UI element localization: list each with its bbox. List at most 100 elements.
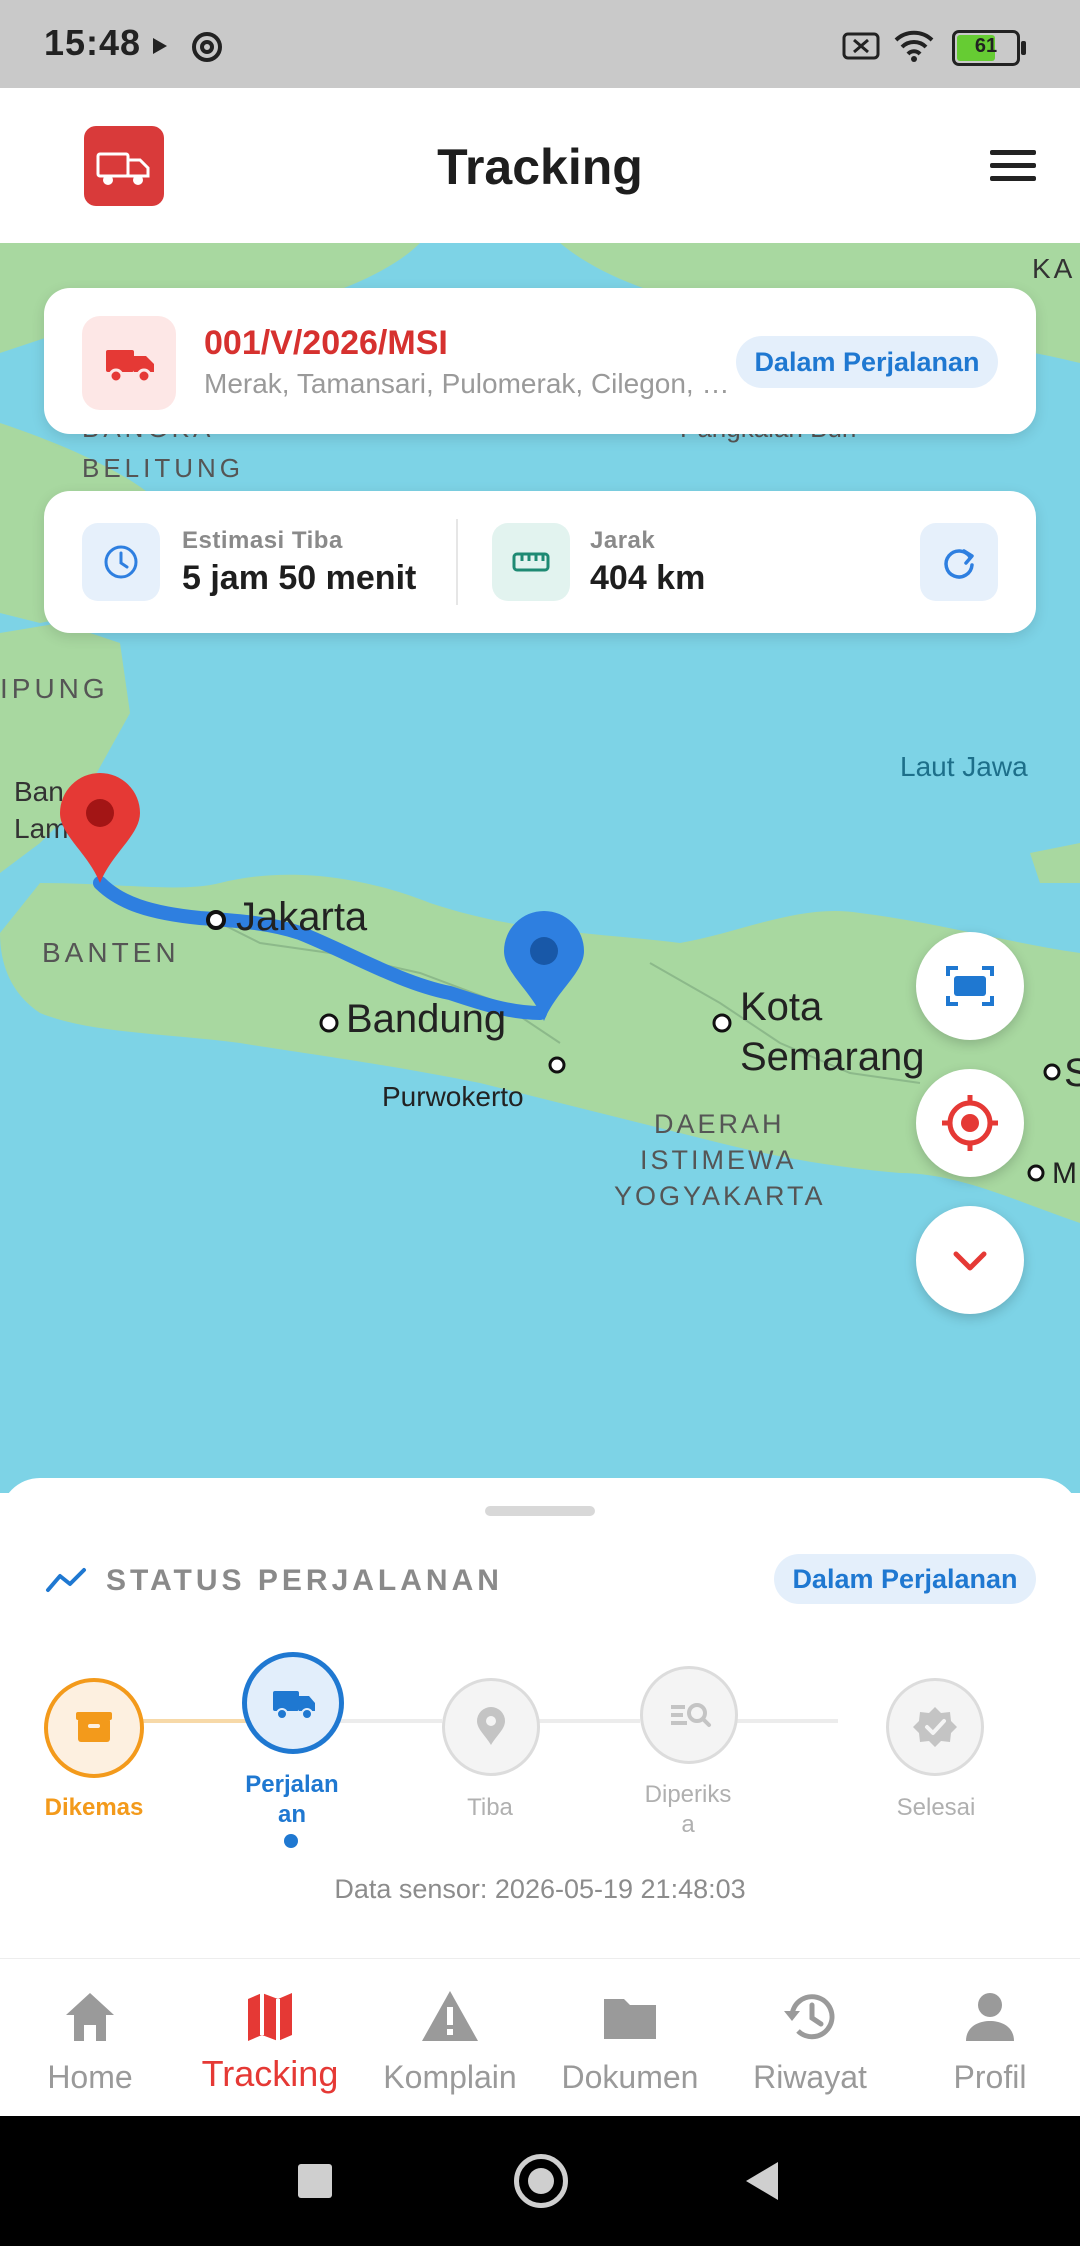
step-selesai bbox=[886, 1678, 984, 1776]
eta-value: 5 jam 50 menit bbox=[182, 559, 417, 597]
recents-button[interactable] bbox=[298, 2164, 332, 2198]
truck-icon bbox=[106, 350, 154, 384]
ruler-icon bbox=[512, 552, 550, 572]
nav-label: Dokumen bbox=[561, 2059, 699, 2095]
back-button[interactable] bbox=[744, 2160, 780, 2202]
order-address: Merak, Tamansari, Pulomerak, Cilegon, Ba… bbox=[204, 368, 744, 399]
map-label: YOGYAKARTA bbox=[614, 1181, 826, 1211]
status-bar: 15:48 61 bbox=[0, 0, 1080, 88]
ruler-icon-box bbox=[492, 523, 570, 601]
step-connector bbox=[538, 1719, 640, 1723]
map-icon bbox=[248, 1993, 292, 2041]
order-status-badge: Dalam Perjalanan bbox=[736, 336, 998, 388]
map-label: Purwokerto bbox=[382, 1081, 524, 1112]
map-label: IPUNG bbox=[0, 673, 109, 704]
map-label: ISTIMEWA bbox=[640, 1145, 797, 1175]
step-label-diperiksa: Diperiks a bbox=[644, 1781, 732, 1838]
step-label-perjalanan: Perjalan an bbox=[245, 1771, 339, 1828]
nav-label: Home bbox=[47, 2059, 133, 2095]
map-label: BELITUNG bbox=[82, 453, 245, 483]
truck-icon bbox=[273, 1691, 315, 1720]
status-time: 15:48 bbox=[44, 22, 142, 63]
map-label: Bandung bbox=[346, 997, 507, 1041]
bottom-nav: Home Tracking Komplain Dokumen Riwayat P… bbox=[0, 1958, 1080, 2117]
step-tiba bbox=[442, 1678, 540, 1776]
map-label: Semarang bbox=[740, 1035, 925, 1079]
history-icon bbox=[784, 1994, 835, 2040]
step-perjalanan bbox=[242, 1652, 344, 1754]
clock-icon bbox=[104, 545, 138, 579]
step-dikemas bbox=[44, 1678, 144, 1778]
nav-tracking[interactable]: Tracking bbox=[180, 1959, 360, 2117]
sheet-handle[interactable] bbox=[485, 1506, 595, 1516]
nav-label: Riwayat bbox=[753, 2059, 867, 2095]
step-connector bbox=[140, 1719, 246, 1723]
order-card[interactable]: 001/V/2026/MSI Merak, Tamansari, Pulomer… bbox=[44, 288, 1036, 434]
battery-level: 61 bbox=[974, 35, 998, 57]
clock-icon-box bbox=[82, 523, 160, 601]
fit-route-button[interactable] bbox=[916, 932, 1024, 1040]
location-pin-icon bbox=[477, 1707, 505, 1745]
status-sheet: STATUS PERJALANAN Dalam Perjalanan Dikem… bbox=[0, 1478, 1080, 1958]
page-title: Tracking bbox=[437, 139, 643, 195]
verified-badge-icon bbox=[913, 1707, 957, 1747]
home-icon bbox=[66, 1993, 114, 2041]
home-button[interactable] bbox=[514, 2154, 568, 2208]
map-label: KA bbox=[1032, 253, 1076, 284]
target-icon bbox=[942, 1095, 998, 1151]
play-icon bbox=[153, 38, 167, 54]
package-icon bbox=[76, 1712, 112, 1742]
folder-icon bbox=[604, 1999, 656, 2039]
collapse-button[interactable] bbox=[916, 1206, 1024, 1314]
sheet-title: STATUS PERJALANAN bbox=[106, 1564, 503, 1597]
at-sign-icon bbox=[192, 32, 222, 62]
current-step-dot bbox=[284, 1834, 298, 1848]
my-location-button[interactable] bbox=[916, 1069, 1024, 1177]
nav-label: Profil bbox=[953, 2059, 1027, 2095]
divider bbox=[456, 519, 458, 605]
map-label: Ban bbox=[14, 776, 64, 807]
eta-label: Estimasi Tiba bbox=[182, 527, 343, 554]
map-label: DAERAH bbox=[654, 1109, 785, 1139]
nav-label: Komplain bbox=[383, 2059, 517, 2095]
person-icon bbox=[966, 1993, 1014, 2041]
nav-riwayat[interactable]: Riwayat bbox=[720, 1959, 900, 2117]
battery-icon: 61 bbox=[952, 30, 1026, 66]
truck-icon-box bbox=[82, 316, 176, 410]
search-list-icon bbox=[671, 1703, 711, 1727]
map-label: M bbox=[1052, 1157, 1077, 1190]
map-label: BANTEN bbox=[42, 937, 180, 968]
step-label-dikemas: Dikemas bbox=[44, 1794, 144, 1821]
nav-dokumen[interactable]: Dokumen bbox=[540, 1959, 720, 2117]
step-label-selesai: Selesai bbox=[896, 1794, 976, 1821]
sheet-status-badge: Dalam Perjalanan bbox=[774, 1554, 1036, 1604]
nav-home[interactable]: Home bbox=[0, 1959, 180, 2117]
hamburger-menu-icon[interactable] bbox=[988, 146, 1038, 186]
nav-komplain[interactable]: Komplain bbox=[360, 1959, 540, 2117]
step-connector bbox=[736, 1719, 838, 1723]
wifi-icon bbox=[894, 30, 934, 62]
eta-card: Estimasi Tiba 5 jam 50 menit Jarak 404 k… bbox=[44, 491, 1036, 633]
order-code: 001/V/2026/MSI bbox=[204, 324, 448, 362]
nav-profil[interactable]: Profil bbox=[900, 1959, 1080, 2117]
map-label: Laut Jawa bbox=[900, 751, 1028, 782]
distance-label: Jarak bbox=[590, 527, 656, 554]
sim-off-icon bbox=[842, 32, 880, 60]
destination-pin-icon[interactable] bbox=[502, 911, 586, 1023]
refresh-button[interactable] bbox=[920, 523, 998, 601]
map-label: S bbox=[1064, 1051, 1080, 1095]
system-nav-bar bbox=[0, 2116, 1080, 2246]
distance-value: 404 km bbox=[590, 559, 706, 597]
origin-pin-icon[interactable] bbox=[58, 773, 142, 885]
trend-icon bbox=[46, 1568, 86, 1592]
step-connector bbox=[340, 1719, 442, 1723]
map-label: Kota bbox=[740, 985, 823, 1029]
map-label: Jakarta bbox=[236, 895, 368, 939]
nav-label: Tracking bbox=[201, 2053, 339, 2094]
step-label-tiba: Tiba bbox=[467, 1794, 513, 1821]
step-diperiksa bbox=[640, 1666, 738, 1764]
app-header: Tracking bbox=[0, 88, 1080, 243]
warning-icon bbox=[422, 1991, 478, 2041]
refresh-icon bbox=[944, 549, 974, 579]
fit-screen-icon bbox=[946, 966, 994, 1006]
